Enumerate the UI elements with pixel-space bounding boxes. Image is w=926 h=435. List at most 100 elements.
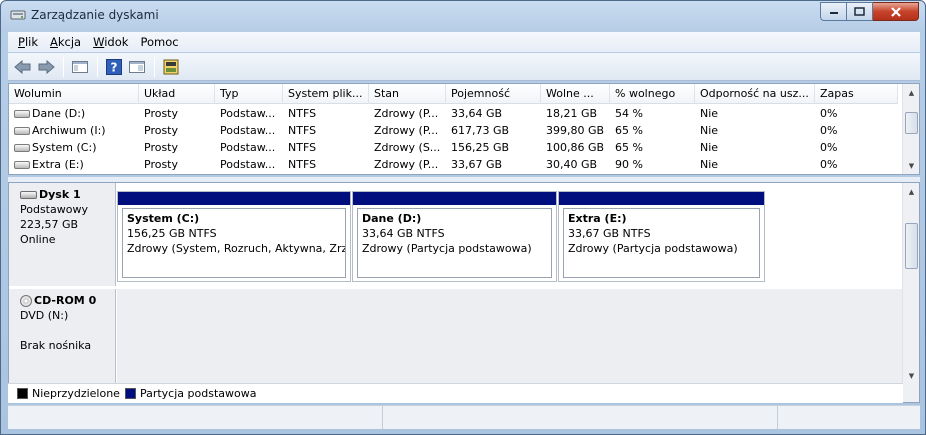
type-cell: Podstaw...	[220, 141, 276, 154]
cd-rom-icon	[20, 294, 32, 307]
menu-akcja[interactable]: Akcja	[44, 35, 87, 49]
layout-cell: Prosty	[144, 141, 179, 154]
column-header-zapas[interactable]: Zapas	[815, 84, 898, 104]
cdrom0-info[interactable]: CD-ROM 0 DVD (N:) Brak nośnika	[9, 289, 116, 383]
partition-size: 156,25 GB NTFS	[127, 227, 217, 240]
disk1-type: Podstawowy	[20, 203, 88, 216]
column-header-procent-wolnego[interactable]: % wolnego	[610, 84, 695, 104]
free-space-cell: 18,21 GB	[546, 107, 598, 120]
filesystem-cell: NTFS	[288, 124, 317, 137]
help-button[interactable]: ?	[103, 56, 125, 78]
scroll-up-arrow-icon[interactable]: ▲	[903, 84, 919, 101]
menu-bar: Plik Akcja Widok Pomoc	[8, 32, 920, 52]
column-header-pojemnosc[interactable]: Pojemność	[446, 84, 541, 104]
partition-dane-d[interactable]: Dane (D:) 33,64 GB NTFS Zdrowy (Partycja…	[352, 191, 557, 282]
disk-settings-button[interactable]	[160, 56, 182, 78]
capacity-cell: 33,67 GB	[451, 158, 503, 171]
console-tree-button[interactable]	[69, 56, 91, 78]
forward-button[interactable]	[35, 56, 57, 78]
volume-name: Extra (E:)	[32, 158, 84, 171]
column-header-odpornosc[interactable]: Odporność na usz...	[695, 84, 815, 104]
partition-name: Dane (D:)	[362, 212, 422, 225]
status-cell: Zdrowy (P...	[374, 107, 439, 120]
percent-free-cell: 90 %	[615, 158, 643, 171]
column-header-stan[interactable]: Stan	[369, 84, 446, 104]
partition-name: System (C:)	[127, 212, 200, 225]
percent-free-cell: 65 %	[615, 141, 643, 154]
menu-widok-accel: W	[93, 35, 105, 49]
properties-icon	[129, 60, 145, 73]
minimize-icon	[829, 11, 838, 14]
status-bar	[8, 405, 920, 429]
column-header-uklad[interactable]: Układ	[139, 84, 215, 104]
scrollbar-thumb[interactable]	[905, 223, 918, 269]
volume-name: Archiwum (I:)	[32, 124, 106, 137]
table-row[interactable]: Dane (D:) Prosty Podstaw... NTFS Zdrowy …	[9, 105, 898, 122]
volume-cell: System (C:)	[9, 139, 139, 156]
volume-cell: Archiwum (I:)	[9, 122, 139, 139]
close-button[interactable]	[873, 2, 919, 21]
unallocated-swatch-icon	[17, 388, 28, 399]
column-header-wolne[interactable]: Wolne ...	[541, 84, 610, 104]
volume-icon	[14, 161, 30, 169]
volume-list: Wolumin Układ Typ System plik... Stan Po…	[8, 83, 920, 175]
fault-tolerance-cell: Nie	[700, 141, 719, 154]
close-icon	[890, 6, 901, 17]
toolbar-separator	[154, 56, 155, 77]
menu-plik[interactable]: Plik	[12, 35, 44, 49]
status-bar-pane	[8, 406, 383, 429]
primary-partition-bar	[118, 192, 350, 205]
filesystem-cell: NTFS	[288, 158, 317, 171]
scroll-up-arrow-icon[interactable]: ▲	[903, 183, 919, 200]
status-cell: Zdrowy (P...	[374, 158, 439, 171]
status-cell: Zdrowy (P...	[374, 124, 439, 137]
menu-akcja-accel: A	[50, 35, 58, 49]
free-space-cell: 399,80 GB	[546, 124, 605, 137]
maximize-button[interactable]	[847, 2, 873, 21]
overhead-cell: 0%	[820, 158, 838, 171]
minimize-button[interactable]	[820, 2, 847, 21]
scrollbar-thumb[interactable]	[905, 112, 918, 134]
capacity-cell: 33,64 GB	[451, 107, 503, 120]
table-row[interactable]: Extra (E:) Prosty Podstaw... NTFS Zdrowy…	[9, 156, 898, 173]
column-header-system-plikow[interactable]: System plik...	[283, 84, 369, 104]
menu-akcja-label: kcja	[57, 35, 82, 49]
table-row[interactable]: Archiwum (I:) Prosty Podstaw... NTFS Zdr…	[9, 122, 898, 139]
layout-cell: Prosty	[144, 158, 179, 171]
filesystem-cell: NTFS	[288, 141, 317, 154]
disk-management-app-icon	[10, 10, 26, 20]
percent-free-cell: 65 %	[615, 124, 643, 137]
cdrom0-empty-region	[117, 289, 902, 383]
partition-status: Zdrowy (Partycja podstawowa)	[362, 242, 532, 255]
partition-system-c[interactable]: System (C:) 156,25 GB NTFS Zdrowy (Syste…	[117, 191, 351, 282]
disk1-info[interactable]: Dysk 1 Podstawowy 223,57 GB Online	[9, 183, 116, 286]
scroll-down-arrow-icon[interactable]: ▼	[903, 367, 919, 384]
back-button[interactable]	[12, 56, 34, 78]
properties-button[interactable]	[126, 56, 148, 78]
volume-list-scrollbar[interactable]: ▲ ▼	[902, 84, 919, 174]
menu-pomoc-label: Pomoc	[140, 35, 179, 49]
column-header-wolumin[interactable]: Wolumin	[9, 84, 139, 104]
fault-tolerance-cell: Nie	[700, 158, 719, 171]
partition-extra-e[interactable]: Extra (E:) 33,67 GB NTFS Zdrowy (Partycj…	[558, 191, 765, 282]
free-space-cell: 100,86 GB	[546, 141, 605, 154]
volume-icon	[14, 110, 30, 118]
legend: Nieprzydzielone Partycja podstawowa	[8, 383, 903, 403]
disk-graphical-view: Dysk 1 Podstawowy 223,57 GB Online Syste…	[8, 182, 920, 403]
capacity-cell: 617,73 GB	[451, 124, 510, 137]
svg-text:?: ?	[111, 60, 118, 74]
status-cell: Zdrowy (S...	[374, 141, 441, 154]
table-row[interactable]: System (C:) Prosty Podstaw... NTFS Zdrow…	[9, 139, 898, 156]
column-header-typ[interactable]: Typ	[215, 84, 283, 104]
disk-view-scrollbar[interactable]: ▲ ▼	[902, 183, 919, 402]
volume-icon	[14, 144, 30, 152]
volume-cell: Dane (D:)	[9, 105, 139, 122]
menu-pomoc[interactable]: Pomoc	[134, 35, 184, 49]
layout-cell: Prosty	[144, 107, 179, 120]
title-bar[interactable]: Zarządzanie dyskami	[1, 1, 925, 31]
menu-widok[interactable]: Widok	[87, 35, 134, 49]
toolbar: ?	[8, 53, 920, 81]
partition-details: Dane (D:) 33,64 GB NTFS Zdrowy (Partycja…	[357, 208, 552, 278]
volume-list-header: Wolumin Układ Typ System plik... Stan Po…	[9, 84, 898, 104]
scroll-down-arrow-icon[interactable]: ▼	[903, 157, 919, 174]
